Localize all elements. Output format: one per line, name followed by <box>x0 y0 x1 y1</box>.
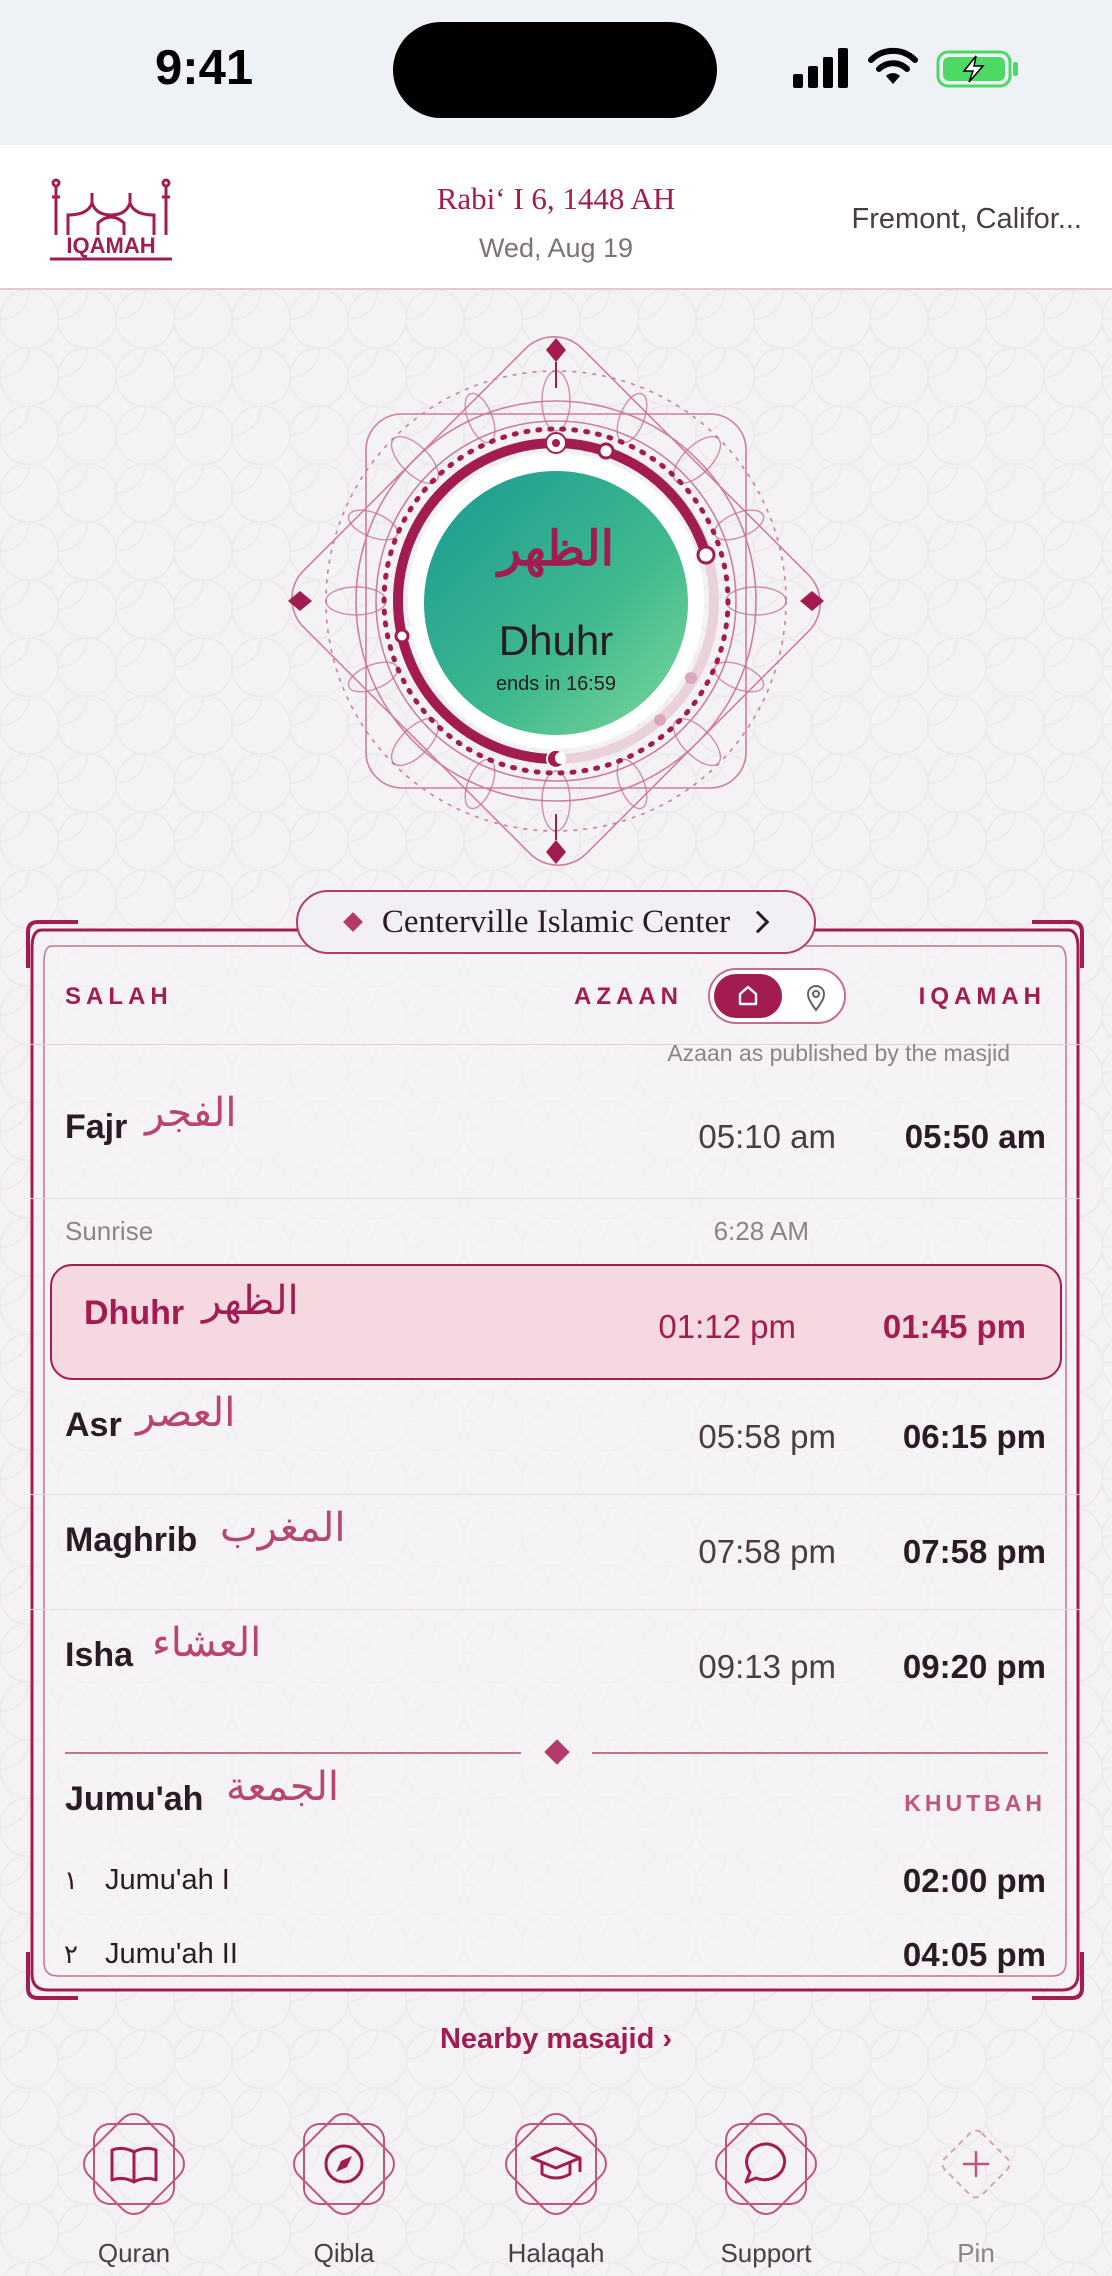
prayer-row-isha[interactable]: Isha العشاء 09:13 pm 09:20 pm <box>30 1620 1082 1734</box>
masjid-name: Centerville Islamic Center <box>381 903 731 940</box>
status-bar: 9:41 <box>0 0 1112 145</box>
prayer-name: Maghrib <box>65 1521 198 1559</box>
current-prayer-countdown: ends in 16:59 <box>495 673 617 695</box>
dock-pin[interactable]: Pin <box>906 2100 1046 2276</box>
current-prayer-arabic: الظهر <box>498 521 614 577</box>
sunrise-label: Sunrise <box>65 1216 154 1246</box>
prayer-row-maghrib[interactable]: Maghrib المغرب 07:58 pm 07:58 pm <box>30 1505 1082 1619</box>
jumuah-arabic: الجمعة <box>226 1764 339 1810</box>
prayer-row-fajr[interactable]: Fajr الفجر 05:10 am 05:50 am <box>30 1078 1082 1192</box>
jumuah-number: ١ <box>64 1866 78 1896</box>
graduation-cap-icon <box>505 2113 607 2215</box>
nearby-masajid-link[interactable]: Nearby masajid › <box>0 2023 1112 2056</box>
status-time: 9:41 <box>155 41 254 95</box>
cellular-signal-icon <box>793 48 848 88</box>
location-pin-icon[interactable] <box>796 978 836 1018</box>
iqamah-logo[interactable]: IQAMAH <box>48 175 174 263</box>
jumuah-time: 04:05 pm <box>902 1936 1046 1973</box>
azaan-source-note: Azaan as published by the masjid <box>667 1040 1010 1066</box>
dock-qibla[interactable]: Qibla <box>274 2100 414 2276</box>
sunrise-time: 6:28 AM <box>713 1216 809 1246</box>
dock-quran[interactable]: Quran <box>64 2100 204 2276</box>
wifi-icon <box>868 47 918 84</box>
khutbah-column-header: KHUTBAH <box>904 1790 1046 1816</box>
book-icon <box>83 2113 185 2215</box>
iqamah-time: 06:15 pm <box>902 1418 1046 1455</box>
azaan-time: 05:10 am <box>698 1118 836 1155</box>
logo-text: IQAMAH <box>66 233 155 258</box>
gregorian-date: Wed, Aug 19 <box>478 233 634 263</box>
dock-label: Pin <box>957 2238 995 2268</box>
azaan-time: 01:12 pm <box>658 1308 796 1345</box>
jumuah-time: 02:00 pm <box>902 1862 1046 1899</box>
masjid-source-option[interactable] <box>714 974 782 1018</box>
jumuah-number: ٢ <box>64 1940 78 1970</box>
row-divider <box>30 1609 1082 1610</box>
azaan-time: 07:58 pm <box>698 1533 836 1570</box>
prayer-arabic: الظهر <box>202 1278 299 1324</box>
salah-column-header: SALAH <box>65 983 173 1010</box>
dock-label: Quran <box>97 2238 171 2268</box>
dock-label: Support <box>720 2238 812 2268</box>
azaan-column-header: AZAAN <box>574 983 683 1010</box>
azaan-source-toggle[interactable] <box>708 968 846 1024</box>
chevron-right-icon <box>746 910 770 934</box>
row-divider <box>30 1198 1082 1199</box>
azaan-time: 05:58 pm <box>698 1418 836 1455</box>
prayer-name: Fajr <box>65 1108 128 1146</box>
home-icon <box>738 985 758 1006</box>
compass-icon <box>293 2113 395 2215</box>
current-prayer-name: Dhuhr <box>498 617 614 664</box>
jumuah-name: Jumu'ah I <box>105 1864 230 1896</box>
diamond-icon <box>342 912 363 932</box>
location-selector[interactable]: Fremont, Califor... <box>792 203 1082 236</box>
iqamah-time: 05:50 am <box>904 1118 1046 1155</box>
row-divider <box>30 1494 1082 1495</box>
jumuah-title: Jumu'ah <box>65 1780 204 1818</box>
dock-label: Qibla <box>313 2238 375 2268</box>
prayer-arabic: الفجر <box>145 1090 237 1136</box>
dock-support[interactable]: Support <box>696 2100 836 2276</box>
prayer-arabic: العصر <box>136 1390 236 1436</box>
plus-icon <box>941 2129 1011 2199</box>
prayer-name: Dhuhr <box>84 1294 185 1332</box>
prayer-name: Isha <box>65 1636 134 1674</box>
current-prayer-badge[interactable]: الظهر Dhuhr ends in 16:59 <box>424 471 688 735</box>
chat-bubble-icon <box>715 2113 817 2215</box>
ornament-divider-left <box>65 1752 521 1754</box>
iqamah-time: 09:20 pm <box>902 1648 1046 1685</box>
app-header: IQAMAH Rabiʻ I 6, 1448 AH Wed, Aug 19 Fr… <box>0 145 1112 290</box>
iqamah-time: 07:58 pm <box>902 1533 1046 1570</box>
prayer-row-dhuhr-active[interactable]: Dhuhr الظهر 01:12 pm 01:45 pm <box>50 1264 1062 1380</box>
prayer-name: Asr <box>65 1406 122 1444</box>
jumuah-name: Jumu'ah II <box>105 1938 238 1970</box>
masjid-selector[interactable]: Centerville Islamic Center <box>296 890 816 954</box>
prayer-row-asr[interactable]: Asr العصر 05:58 pm 06:15 pm <box>30 1390 1082 1504</box>
prayer-arabic: المغرب <box>220 1505 346 1551</box>
battery-charging-icon <box>936 50 1018 88</box>
iqamah-time: 01:45 pm <box>882 1308 1026 1345</box>
prayer-arabic: العشاء <box>152 1620 262 1666</box>
dock-label: Halaqah <box>507 2238 605 2268</box>
dock-halaqah[interactable]: Halaqah <box>486 2100 626 2276</box>
ornament-divider-right <box>592 1752 1048 1754</box>
azaan-time: 09:13 pm <box>698 1648 836 1685</box>
iqamah-column-header: IQAMAH <box>918 983 1046 1010</box>
dynamic-island <box>393 22 717 118</box>
hijri-date: Rabiʻ I 6, 1448 AH <box>436 181 676 216</box>
